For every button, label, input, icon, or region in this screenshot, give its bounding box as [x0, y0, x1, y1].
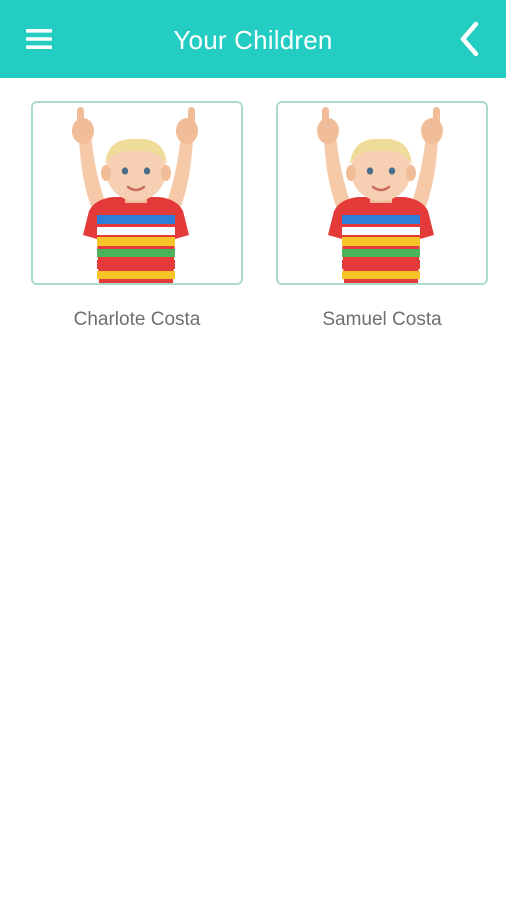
child-thumbs-up-illustration — [278, 103, 486, 283]
child-thumbs-up-illustration — [33, 103, 241, 283]
child-name: Samuel Costa — [322, 309, 442, 330]
hamburger-menu-icon — [26, 29, 52, 49]
child-photo — [276, 101, 488, 285]
menu-button[interactable] — [20, 22, 58, 56]
child-photo — [31, 101, 243, 285]
page-title: Your Children — [173, 25, 333, 55]
child-card[interactable]: Samuel Costa — [276, 101, 488, 331]
top-app-bar: Your Children — [0, 0, 506, 78]
back-button[interactable] — [454, 18, 484, 60]
chevron-left-icon — [460, 21, 479, 57]
child-card[interactable]: Charlote Costa — [31, 101, 243, 331]
child-name: Charlote Costa — [73, 309, 201, 330]
app-screen: Your Children Charlote Costa Samuel Cost… — [0, 0, 506, 900]
